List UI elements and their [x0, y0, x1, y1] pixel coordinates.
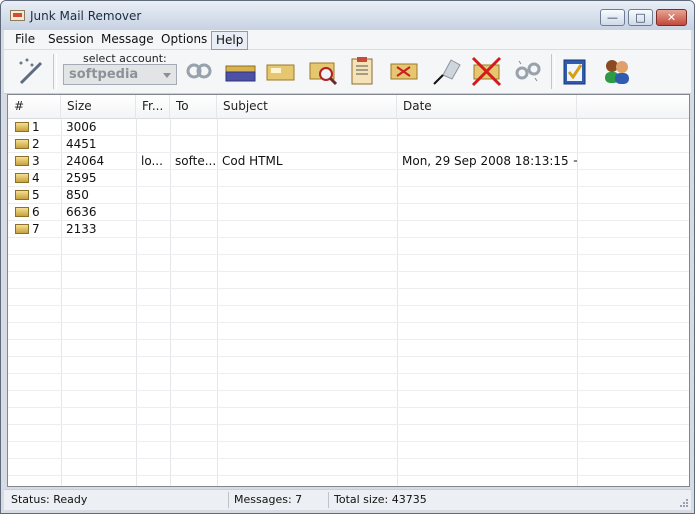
row-size: 4451 — [66, 137, 97, 151]
table-row[interactable]: 1 3006 — [8, 119, 689, 136]
check-list-icon[interactable] — [559, 55, 593, 87]
toolbar-separator — [53, 54, 57, 89]
row-num: 2 — [32, 137, 40, 151]
title-bar[interactable]: Junk Mail Remover — □ ✕ — [1, 1, 694, 30]
total-size: Total size: 43735 — [334, 493, 427, 506]
envelope-icon — [15, 122, 29, 132]
row-num-cell: 1 — [8, 119, 61, 136]
row-size: 24064 — [66, 154, 105, 168]
row-to: softe... — [175, 154, 217, 168]
preview-icon[interactable] — [307, 55, 341, 87]
resize-grip-icon[interactable] — [677, 496, 689, 508]
account-value: softpedia — [69, 67, 139, 82]
row-size: 2133 — [66, 222, 97, 236]
row-num-cell: 7 — [8, 221, 61, 238]
row-num-cell: 4 — [8, 170, 61, 187]
delete-message-icon[interactable] — [388, 55, 422, 87]
table-row[interactable]: 3 24064 lo... softe... Cod HTML Mon, 29 … — [8, 153, 689, 170]
clipboard-icon[interactable] — [345, 55, 379, 87]
envelope-icon — [15, 190, 29, 200]
row-size: 3006 — [66, 120, 97, 134]
row-num-cell: 2 — [8, 136, 61, 153]
menu-options[interactable]: Options — [157, 31, 211, 48]
close-button[interactable]: ✕ — [656, 9, 687, 26]
account-select[interactable]: softpedia — [63, 64, 177, 85]
column-header-date[interactable]: Date — [397, 95, 577, 118]
column-header-num[interactable]: # — [8, 95, 61, 118]
menu-message[interactable]: Message — [97, 31, 158, 48]
minimize-button[interactable]: — — [600, 9, 625, 26]
row-num: 5 — [32, 188, 40, 202]
row-num: 6 — [32, 205, 40, 219]
messages-icon[interactable] — [223, 55, 257, 87]
envelope-icon — [15, 207, 29, 217]
menu-bar: File Session Message Options Help — [4, 30, 691, 50]
envelope-icon — [15, 224, 29, 234]
menu-session[interactable]: Session — [44, 31, 98, 48]
row-size: 6636 — [66, 205, 97, 219]
toolbar: select account: softpedia — [4, 50, 691, 94]
maximize-button[interactable]: □ — [628, 9, 653, 26]
toolbar-separator — [551, 54, 555, 89]
message-list[interactable]: # Size Fr... To Subject Date 1 3006 2 44… — [7, 94, 690, 487]
menu-file[interactable]: File — [11, 31, 39, 48]
column-header-from[interactable]: Fr... — [136, 95, 170, 118]
row-size: 2595 — [66, 171, 97, 185]
row-num: 7 — [32, 222, 40, 236]
list-header: # Size Fr... To Subject Date — [8, 95, 689, 119]
status-bar: Status: Ready Messages: 7 Total size: 43… — [4, 489, 691, 510]
row-num-cell: 6 — [8, 204, 61, 221]
column-header-to[interactable]: To — [170, 95, 217, 118]
table-row[interactable]: 2 4451 — [8, 136, 689, 153]
disconnect-icon[interactable] — [511, 55, 545, 87]
app-icon — [10, 10, 25, 21]
chevron-down-icon[interactable] — [163, 73, 171, 78]
row-num: 4 — [32, 171, 40, 185]
users-icon[interactable] — [600, 55, 634, 87]
column-header-subject[interactable]: Subject — [217, 95, 397, 118]
menu-help[interactable]: Help — [211, 31, 249, 50]
row-num-cell: 3 — [8, 153, 61, 170]
messages-count: Messages: 7 — [229, 492, 329, 508]
table-row[interactable]: 7 2133 — [8, 221, 689, 238]
envelope-icon — [15, 173, 29, 183]
connect-icon[interactable] — [182, 55, 216, 87]
pin-icon[interactable] — [429, 55, 463, 87]
delete-junk-icon[interactable] — [470, 55, 504, 87]
envelope-icon — [15, 139, 29, 149]
row-num: 3 — [32, 154, 40, 168]
table-row[interactable]: 5 850 — [8, 187, 689, 204]
row-size: 850 — [66, 188, 89, 202]
main-window: Junk Mail Remover — □ ✕ File Session Mes… — [0, 0, 695, 514]
row-num: 1 — [32, 120, 40, 134]
wand-icon[interactable] — [14, 55, 48, 87]
message-icon[interactable] — [264, 55, 298, 87]
table-row[interactable]: 4 2595 — [8, 170, 689, 187]
row-num-cell: 5 — [8, 187, 61, 204]
row-subject: Cod HTML — [222, 154, 283, 168]
envelope-icon — [15, 156, 29, 166]
column-header-size[interactable]: Size — [61, 95, 136, 118]
row-date: Mon, 29 Sep 2008 18:13:15 +0300 — [402, 154, 577, 168]
status-text: Status: Ready — [6, 492, 229, 508]
row-from: lo... — [141, 154, 163, 168]
window-title: Junk Mail Remover — [30, 9, 142, 23]
table-row[interactable]: 6 6636 — [8, 204, 689, 221]
